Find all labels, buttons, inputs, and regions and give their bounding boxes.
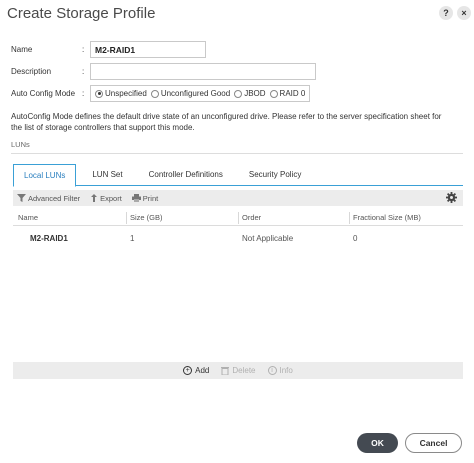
cell-fractional-size: 0 [353, 234, 358, 243]
add-icon: + [183, 366, 193, 375]
add-label: Add [195, 366, 210, 375]
table-header: Name Size (GB) Order Fractional Size (MB… [13, 210, 463, 226]
description-field[interactable] [90, 63, 316, 80]
cell-size: 1 [130, 234, 135, 243]
advanced-filter-label: Advanced Filter [28, 193, 81, 203]
filter-icon [17, 194, 26, 202]
autoconfig-radio-group: Unspecified Unconfigured Good JBOD RAID … [90, 85, 311, 102]
print-label: Print [142, 193, 159, 203]
radio-unspecified-label: Unspecified [105, 89, 147, 98]
name-colon: : [82, 45, 85, 54]
section-divider [11, 153, 463, 154]
export-label: Export [100, 193, 122, 203]
table-row[interactable]: M2-RAID1 1 Not Applicable 0 [13, 231, 463, 247]
print-icon [131, 194, 141, 202]
radio-jbod-dot[interactable] [234, 89, 243, 98]
tab-local-luns[interactable]: Local LUNs [13, 164, 77, 187]
radio-unconfigured-good-label: Unconfigured Good [160, 89, 231, 98]
column-header-fractional-size[interactable]: Fractional Size (MB) [353, 213, 421, 222]
table-toolbar: Advanced Filter Export Print [13, 190, 463, 206]
radio-jbod-label: JBOD [244, 89, 266, 98]
radio-unconfigured-good[interactable]: Unconfigured Good [150, 89, 231, 98]
trash-icon [221, 367, 230, 375]
autoconfig-colon: : [82, 89, 85, 98]
info-icon: i [267, 366, 277, 375]
radio-raid0-dot[interactable] [269, 89, 278, 98]
info-label: Info [279, 366, 293, 375]
export-button[interactable]: Export [90, 194, 122, 203]
gear-icon[interactable] [446, 192, 457, 203]
column-header-name[interactable]: Name [18, 213, 38, 222]
radio-unconfigured-good-dot[interactable] [150, 89, 159, 98]
export-icon [91, 194, 98, 202]
cancel-button[interactable]: Cancel [405, 433, 462, 453]
info-button[interactable]: i Info [267, 366, 293, 375]
name-label: Name [11, 45, 33, 54]
delete-label: Delete [232, 366, 256, 375]
page-title: Create Storage Profile [7, 5, 156, 22]
advanced-filter-button[interactable]: Advanced Filter [17, 194, 80, 203]
column-header-order[interactable]: Order [242, 213, 261, 222]
table-actions-bar: + Add Delete i Info [13, 362, 463, 379]
radio-jbod[interactable]: JBOD [234, 89, 266, 98]
autoconfig-label: Auto Config Mode [11, 89, 76, 98]
radio-unspecified[interactable]: Unspecified [95, 89, 147, 98]
cell-order: Not Applicable [242, 234, 294, 243]
description-colon: : [82, 67, 85, 76]
name-field[interactable] [90, 41, 206, 58]
column-separator [238, 212, 239, 224]
column-separator [126, 212, 127, 224]
description-label: Description [11, 67, 52, 76]
radio-raid0[interactable]: RAID 0 [269, 89, 306, 98]
luns-tabs: Local LUNs LUN Set Controller Definition… [13, 164, 463, 187]
autoconfig-help-text: AutoConfig Mode defines the default driv… [11, 112, 442, 132]
tab-lun-set[interactable]: LUN Set [82, 164, 132, 186]
add-button[interactable]: + Add [183, 366, 209, 375]
ok-button[interactable]: OK [357, 433, 398, 453]
print-button[interactable]: Print [131, 193, 159, 203]
cell-name: M2-RAID1 [30, 234, 68, 243]
column-header-size[interactable]: Size (GB) [130, 213, 163, 222]
radio-raid0-label: RAID 0 [279, 89, 306, 98]
column-separator [349, 212, 350, 224]
close-button[interactable]: × [457, 6, 471, 20]
help-button[interactable]: ? [439, 6, 453, 20]
tab-security-policy[interactable]: Security Policy [239, 164, 311, 186]
tab-controller-definitions[interactable]: Controller Definitions [139, 164, 233, 186]
delete-button[interactable]: Delete [221, 366, 256, 375]
radio-unspecified-dot[interactable] [95, 89, 103, 98]
luns-section-label: LUNs [11, 140, 30, 149]
